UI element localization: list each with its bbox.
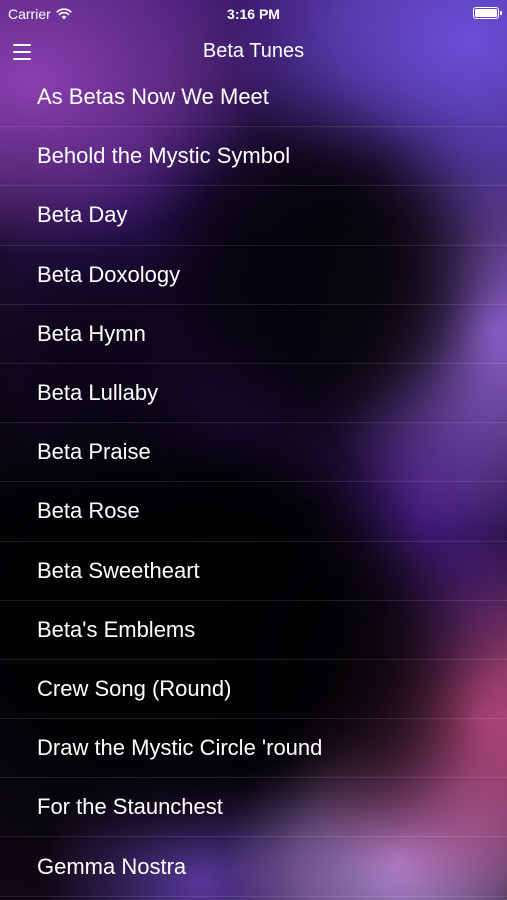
song-list-item[interactable]: Crew Song (Round) bbox=[0, 660, 507, 720]
status-time: 3:16 PM bbox=[227, 6, 280, 22]
status-bar: Carrier 3:16 PM bbox=[0, 0, 507, 28]
song-list-item[interactable]: As Betas Now We Meet bbox=[0, 68, 507, 128]
song-title: For the Staunchest bbox=[37, 794, 223, 820]
song-title: Beta Rose bbox=[37, 498, 140, 524]
song-title: Crew Song (Round) bbox=[37, 675, 232, 701]
song-title: Beta's Emblems bbox=[37, 616, 196, 642]
song-title: As Betas Now We Meet bbox=[37, 84, 269, 110]
navigation-bar: Beta Tunes bbox=[0, 30, 507, 76]
song-list-item[interactable]: Beta Sweetheart bbox=[0, 542, 507, 601]
song-list-item[interactable]: Draw the Mystic Circle 'round bbox=[0, 719, 507, 779]
battery-tip bbox=[500, 11, 502, 15]
song-list-item[interactable]: Beta Lullaby bbox=[0, 364, 507, 424]
song-list-item[interactable]: Beta Hymn bbox=[0, 305, 507, 364]
song-list-item[interactable]: Beta Praise bbox=[0, 423, 507, 483]
song-list-item[interactable]: Gemma Nostra bbox=[0, 837, 507, 897]
song-title: Draw the Mystic Circle 'round bbox=[37, 735, 323, 761]
page-title: Beta Tunes bbox=[202, 40, 305, 62]
song-list: As Betas Now We Meet Behold the Mystic Sy… bbox=[0, 68, 507, 897]
battery-icon bbox=[473, 7, 502, 19]
song-title: Beta Doxology bbox=[37, 261, 181, 287]
song-title: Behold the Mystic Symbol bbox=[37, 143, 291, 169]
song-title: Beta Day bbox=[37, 202, 128, 228]
song-list-item[interactable]: Behold the Mystic Symbol bbox=[0, 127, 507, 187]
song-list-item[interactable]: Beta Doxology bbox=[0, 246, 507, 305]
song-list-item[interactable]: Beta Day bbox=[0, 186, 507, 246]
song-list-item[interactable]: Beta's Emblems bbox=[0, 601, 507, 660]
battery-level bbox=[475, 9, 497, 17]
song-title: Beta Sweetheart bbox=[37, 557, 200, 583]
song-list-item[interactable]: Beta Rose bbox=[0, 482, 507, 542]
song-title: Beta Lullaby bbox=[37, 380, 159, 406]
song-list-item[interactable]: For the Staunchest bbox=[0, 778, 507, 838]
song-title: Gemma Nostra bbox=[37, 853, 187, 879]
song-title: Beta Hymn bbox=[37, 320, 146, 346]
song-title: Beta Praise bbox=[37, 439, 151, 465]
